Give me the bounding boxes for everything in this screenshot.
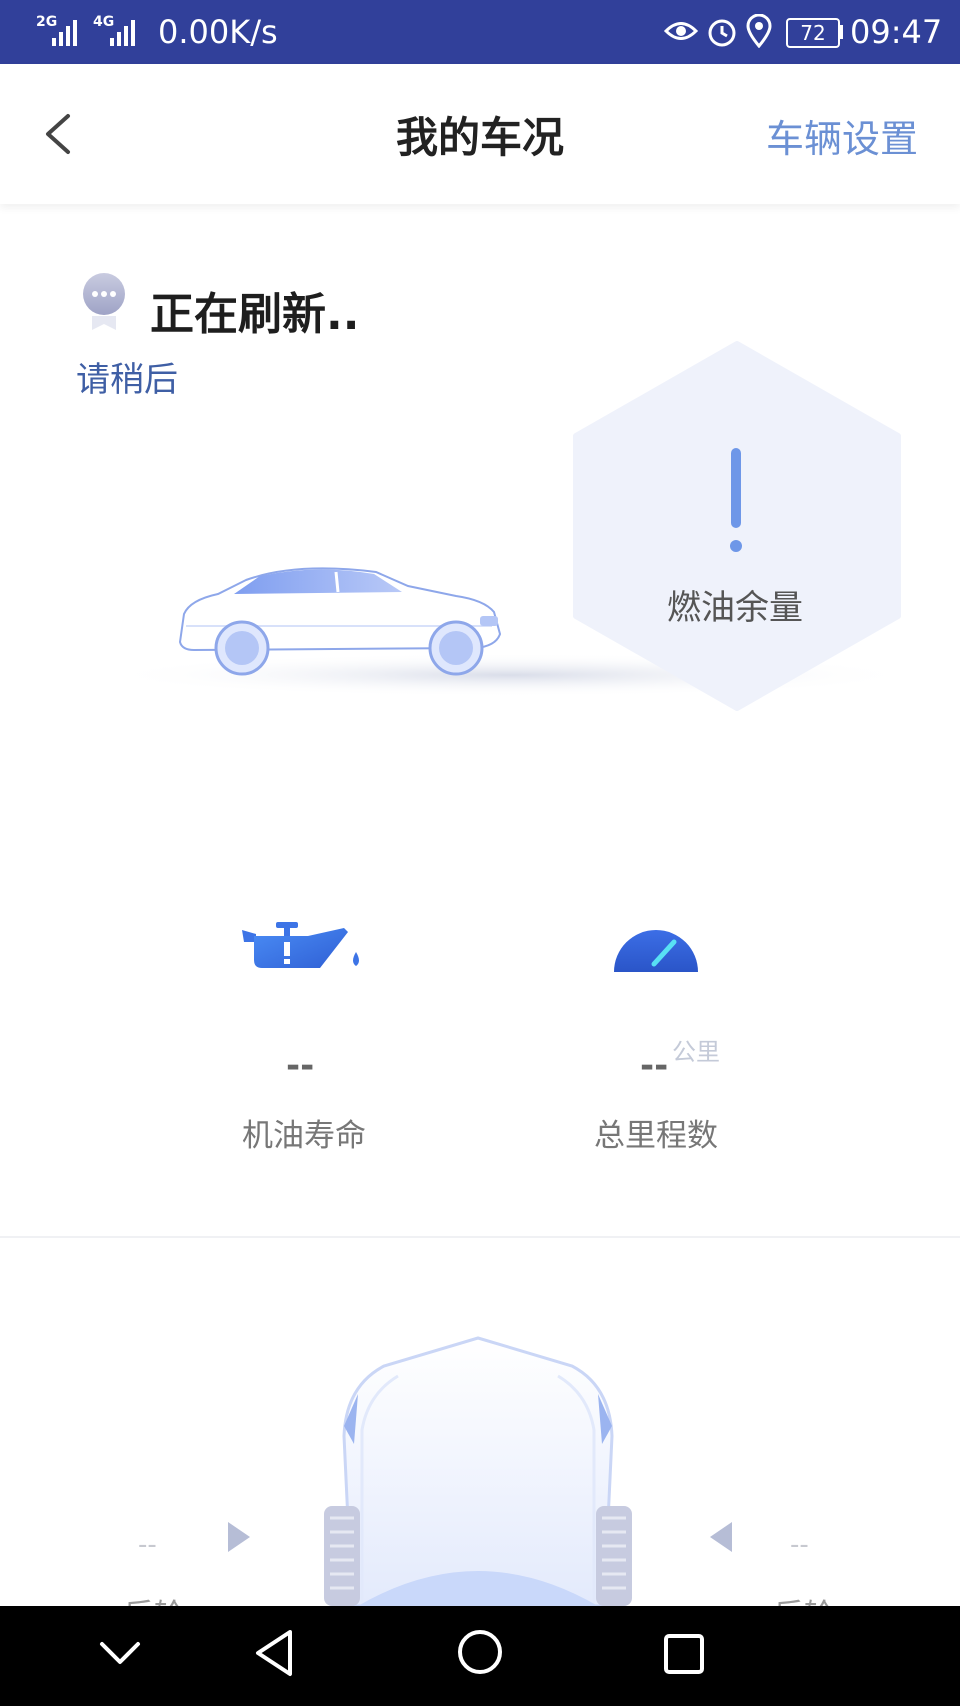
battery-tip xyxy=(839,25,843,39)
vehicle-settings-button[interactable]: 车辆设置 xyxy=(766,108,918,163)
chevron-down-icon[interactable] xyxy=(98,1640,142,1668)
location-icon xyxy=(746,14,772,48)
refresh-status-subtitle: 请稍后 xyxy=(76,360,178,400)
left-tire-value: -- xyxy=(138,1530,157,1560)
car-rear-illustration xyxy=(324,1336,632,1606)
right-tire-value: -- xyxy=(790,1530,809,1560)
car-side-illustration xyxy=(178,567,502,676)
right-pointer-icon xyxy=(228,1522,250,1552)
mileage-value: -- xyxy=(640,1046,669,1086)
home-circle-icon[interactable] xyxy=(456,1628,504,1676)
speedometer-icon xyxy=(614,930,698,972)
battery-icon: 72 xyxy=(786,18,840,48)
left-pointer-icon xyxy=(710,1522,732,1552)
warning-exclamation-icon xyxy=(730,448,742,552)
oil-life-value: -- xyxy=(286,1046,315,1086)
mileage-unit: 公里 xyxy=(672,1038,720,1066)
back-triangle-icon[interactable] xyxy=(252,1628,296,1678)
clock: 09:47 xyxy=(850,13,943,51)
oil-life-label: 机油寿命 xyxy=(242,1118,366,1154)
fuel-level-label: 燃油余量 xyxy=(667,588,803,628)
refresh-status-title: 正在刷新.. xyxy=(150,289,360,340)
network-speed: 0.00K/s xyxy=(158,13,278,51)
battery-level: 72 xyxy=(800,21,826,45)
oil-can-icon xyxy=(242,922,359,968)
status-bar: 2G 4G 0.00K/s 72 09:47 xyxy=(0,0,960,64)
chat-bubble-icon xyxy=(83,273,125,330)
mileage-label: 总里程数 xyxy=(594,1118,718,1154)
eye-icon xyxy=(664,22,698,40)
top-app-bar: 我的车况 车辆设置 xyxy=(0,64,960,204)
signal-icon xyxy=(52,20,77,46)
signal-icon xyxy=(110,20,135,46)
section-divider xyxy=(0,1236,960,1238)
recents-square-icon[interactable] xyxy=(662,1632,706,1676)
system-navigation-bar xyxy=(0,1606,960,1706)
alarm-icon xyxy=(708,19,736,47)
